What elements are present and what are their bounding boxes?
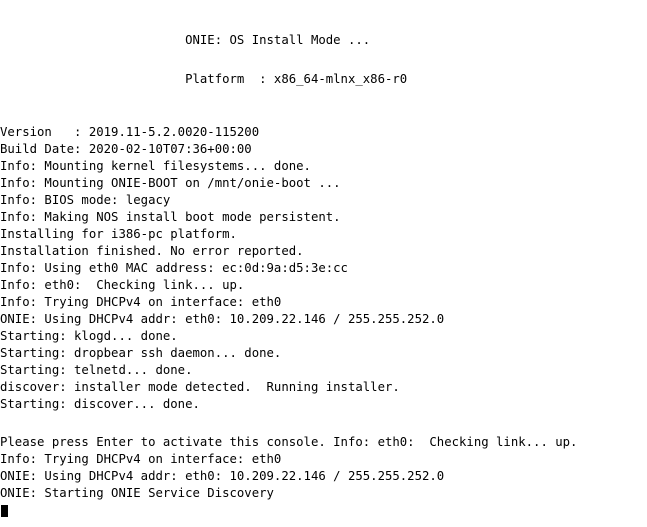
console-line: Info: Mounting ONIE-BOOT on /mnt/onie-bo…	[0, 176, 341, 190]
console-line-build-date: Build Date: 2020-02-10T07:36+00:00	[0, 142, 252, 156]
console-line-platform: Platform : x86_64-mlnx_x86-r0	[0, 72, 408, 86]
console-line: Info: Making NOS install boot mode persi…	[0, 210, 341, 224]
console-line-activate-prompt: Please press Enter to activate this cons…	[0, 435, 578, 449]
console-line: Installing for i386-pc platform.	[0, 227, 237, 241]
console-line: ONIE: Using DHCPv4 addr: eth0: 10.209.22…	[0, 469, 445, 483]
console-line: Info: eth0: Checking link... up.	[0, 278, 245, 292]
console-line: ONIE: Starting ONIE Service Discovery	[0, 486, 274, 500]
terminal-console[interactable]: ONIE: OS Install Mode ... Platform : x86…	[0, 0, 647, 527]
console-line: discover: installer mode detected. Runni…	[0, 380, 400, 394]
text-cursor	[1, 505, 8, 517]
console-line-version: Version : 2019.11-5.2.0020-115200	[0, 125, 260, 139]
console-line: Starting: telnetd... done.	[0, 363, 193, 377]
console-line: Info: BIOS mode: legacy	[0, 193, 171, 207]
console-line: ONIE: Using DHCPv4 addr: eth0: 10.209.22…	[0, 312, 445, 326]
console-line: Installation finished. No error reported…	[0, 244, 304, 258]
console-line: Starting: discover... done.	[0, 397, 200, 411]
console-line: Info: Trying DHCPv4 on interface: eth0	[0, 295, 282, 309]
console-line: Info: Using eth0 MAC address: ec:0d:9a:d…	[0, 261, 348, 275]
console-line-install-mode: ONIE: OS Install Mode ...	[0, 33, 371, 47]
console-line: Info: Mounting kernel filesystems... don…	[0, 159, 311, 173]
console-line: Starting: dropbear ssh daemon... done.	[0, 346, 282, 360]
console-line: Starting: klogd... done.	[0, 329, 178, 343]
console-line: Info: Trying DHCPv4 on interface: eth0	[0, 452, 282, 466]
